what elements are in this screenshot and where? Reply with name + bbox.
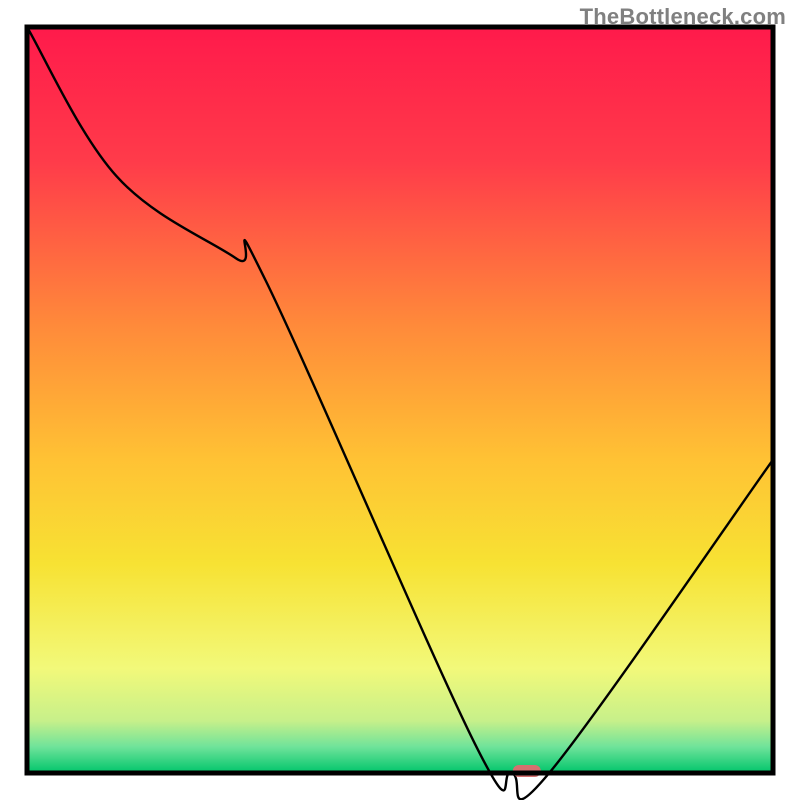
bottleneck-chart [0,0,800,800]
chart-container: TheBottleneck.com [0,0,800,800]
plot-background [27,27,773,773]
watermark-text: TheBottleneck.com [580,4,786,30]
